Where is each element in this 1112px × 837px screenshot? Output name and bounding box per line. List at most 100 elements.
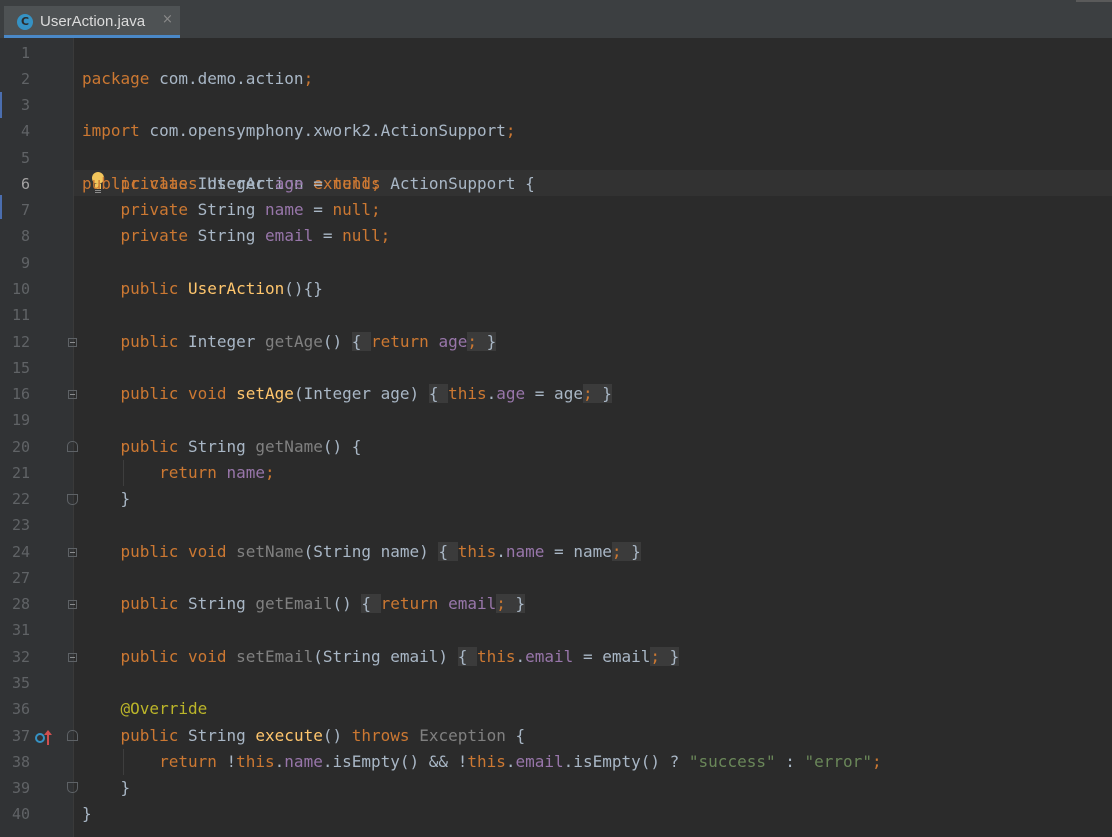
brace: {	[438, 542, 458, 561]
code-line-22[interactable]: }	[82, 486, 131, 512]
line-number: 8	[20, 227, 30, 245]
file-tab[interactable]: C UserAction.java ×	[4, 6, 180, 38]
fold-toggle[interactable]	[67, 782, 78, 793]
type: Integer	[197, 174, 266, 193]
fold-toggle[interactable]	[68, 600, 77, 609]
code-line-7[interactable]: private String name = null;	[82, 197, 381, 223]
brace: }	[660, 647, 680, 666]
dot: .	[486, 384, 497, 403]
code-line-32[interactable]: public void setEmail(String email) { thi…	[82, 644, 680, 670]
line-number: 15	[11, 359, 30, 377]
paren: ()	[322, 726, 352, 745]
field: email	[448, 594, 497, 613]
line-number: 6	[20, 175, 30, 193]
code-line-16[interactable]: public void setAge(Integer age) { this.a…	[82, 381, 612, 407]
code-line-3[interactable]: import com.opensymphony.xwork2.ActionSup…	[82, 92, 515, 144]
code-line-24[interactable]: public void setName(String name) { this.…	[82, 539, 641, 565]
fold-toggle[interactable]	[67, 494, 78, 505]
tab-title[interactable]: UserAction.java	[40, 13, 145, 30]
line-number: 20	[11, 438, 30, 456]
assignment: = name	[544, 542, 612, 561]
field: age	[274, 174, 304, 193]
keyword: this	[457, 542, 497, 561]
brace: {	[351, 332, 372, 351]
line-number: 27	[11, 569, 30, 587]
code-line-8[interactable]: private String email = null;	[82, 223, 391, 249]
call: .isEmpty() ?	[563, 752, 689, 771]
line-number: 21	[11, 464, 30, 482]
semicolon: ;	[265, 463, 275, 482]
line-number: 4	[20, 122, 30, 140]
code-line-38[interactable]: return !this.name.isEmpty() && !this.ema…	[82, 749, 882, 775]
folded-region[interactable]: {	[351, 332, 372, 351]
fold-toggle[interactable]	[67, 730, 78, 741]
keyword: this	[467, 752, 506, 771]
code-line-40[interactable]: }	[82, 801, 92, 827]
code-line-28[interactable]: public String getEmail() { return email;…	[82, 591, 526, 617]
semicolon: ;	[505, 121, 516, 140]
semicolon: ;	[371, 174, 381, 193]
line-number: 24	[11, 543, 30, 561]
code-line-6[interactable]: private Integer age = null;	[82, 171, 381, 197]
method-open: {	[505, 726, 526, 745]
method-name: getEmail	[255, 594, 333, 613]
code-line-21[interactable]: return name;	[82, 460, 275, 486]
code-line-10[interactable]: public UserAction(){}	[82, 276, 323, 302]
dot: .	[496, 542, 506, 561]
method-name: setAge	[236, 384, 294, 403]
code-line-39[interactable]: }	[82, 775, 131, 801]
keyword: void	[187, 542, 227, 561]
line-number: 38	[11, 753, 30, 771]
fold-toggle[interactable]	[67, 441, 78, 452]
keyword: this	[236, 752, 275, 771]
string-literal: "success"	[688, 752, 776, 771]
type: String	[197, 200, 256, 219]
line-number: 40	[11, 805, 30, 823]
type: String	[187, 726, 246, 745]
fold-toggle[interactable]	[68, 653, 77, 662]
close-icon[interactable]: ×	[162, 12, 173, 27]
class-icon: C	[17, 14, 33, 30]
line-number: 23	[11, 516, 30, 534]
type: String	[187, 594, 246, 613]
operator: =	[313, 226, 343, 245]
brace: }	[592, 384, 612, 403]
call: .isEmpty() && !	[322, 752, 468, 771]
code-line-1[interactable]: package com.demo.action;	[82, 40, 313, 92]
code-line-36[interactable]: @Override	[82, 696, 208, 722]
line-number: 19	[11, 411, 30, 429]
fold-toggle[interactable]	[68, 548, 77, 557]
keyword: public	[120, 647, 179, 666]
brace: }	[120, 778, 131, 797]
constructor-name: UserAction	[187, 279, 285, 298]
brace: }	[621, 542, 641, 561]
field: email	[515, 752, 564, 771]
keyword: void	[187, 647, 227, 666]
tab-bar-edge	[1076, 0, 1112, 2]
fold-toggle[interactable]	[68, 338, 77, 347]
code-line-12[interactable]: public Integer getAge() { return age; }	[82, 329, 497, 355]
assignment: = age	[525, 384, 583, 403]
keyword: public	[120, 542, 179, 561]
brace: {	[361, 594, 381, 613]
dot: .	[274, 752, 285, 771]
keyword: throws	[351, 726, 410, 745]
line-number: 16	[11, 385, 30, 403]
keyword: null	[332, 174, 372, 193]
field: name	[284, 752, 323, 771]
brace: }	[505, 594, 526, 613]
line-number: 12	[11, 333, 30, 351]
keyword: this	[448, 384, 487, 403]
override-marker-icon[interactable]	[35, 730, 53, 745]
semicolon: ;	[582, 384, 593, 403]
code-line-37[interactable]: public String execute() throws Exception…	[82, 723, 526, 749]
keyword: return	[371, 332, 429, 351]
override-arrow	[44, 730, 52, 745]
fold-toggle[interactable]	[68, 390, 77, 399]
semicolon: ;	[871, 752, 882, 771]
method-name: execute	[255, 726, 323, 745]
keyword: public	[120, 594, 179, 613]
code-line-20[interactable]: public String getName() {	[82, 434, 362, 460]
method-name: getAge	[265, 332, 323, 351]
field: age	[438, 332, 468, 351]
